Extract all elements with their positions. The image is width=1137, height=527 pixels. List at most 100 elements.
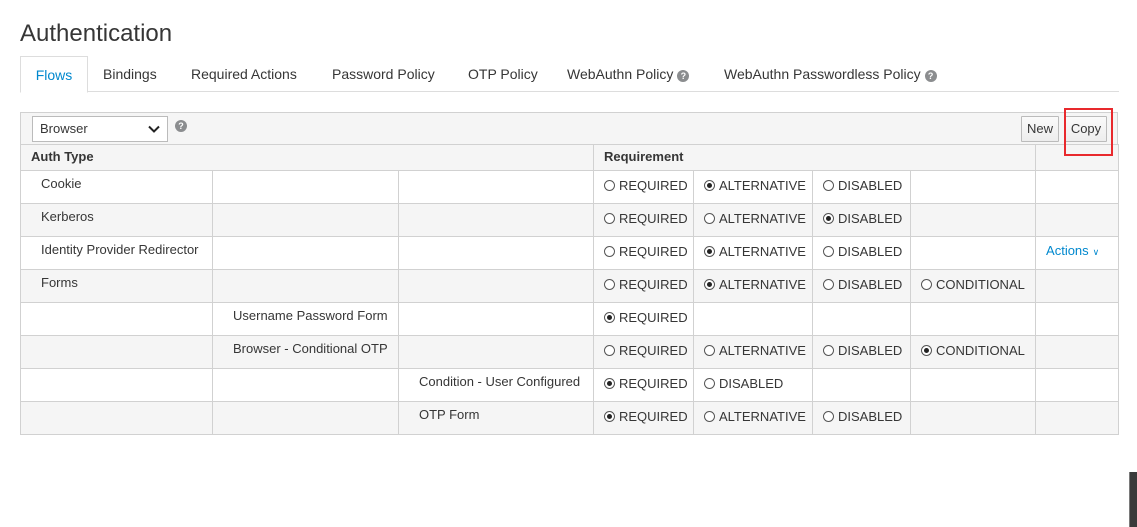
radio-button[interactable] (604, 378, 615, 389)
requirement-cell: DISABLED (812, 269, 911, 303)
requirement-radio[interactable]: DISABLED (694, 369, 812, 393)
requirement-radio[interactable]: REQUIRED (594, 270, 693, 294)
tab-bindings[interactable]: Bindings (103, 56, 157, 93)
radio-button[interactable] (604, 180, 615, 191)
requirement-cell (693, 302, 813, 336)
radio-button[interactable] (604, 312, 615, 323)
requirement-radio[interactable]: ALTERNATIVE (694, 237, 812, 261)
radio-label: ALTERNATIVE (719, 409, 806, 424)
table-row: Username Password Form REQUIRED (20, 302, 1120, 336)
radio-button[interactable] (704, 213, 715, 224)
requirement-radio[interactable]: REQUIRED (594, 336, 693, 360)
auth-type-cell: OTP Form (398, 401, 594, 435)
requirement-radio[interactable]: DISABLED (813, 204, 910, 228)
requirement-radio[interactable]: ALTERNATIVE (694, 204, 812, 228)
requirement-radio[interactable]: REQUIRED (594, 402, 693, 426)
tab-flows[interactable]: Flows (20, 56, 88, 93)
tab-otp-policy[interactable]: OTP Policy (468, 56, 538, 93)
radio-button[interactable] (921, 279, 932, 290)
radio-button[interactable] (823, 345, 834, 356)
requirement-cell: DISABLED (812, 170, 911, 204)
radio-button[interactable] (604, 411, 615, 422)
radio-button[interactable] (604, 213, 615, 224)
actions-dropdown[interactable]: Actions ∨ (1036, 237, 1118, 261)
tab-label: OTP Policy (468, 66, 538, 82)
requirement-cell (909, 368, 1037, 402)
radio-label: REQUIRED (619, 376, 688, 391)
radio-label: ALTERNATIVE (719, 211, 806, 226)
radio-button[interactable] (823, 213, 834, 224)
auth-type-cell (212, 236, 399, 270)
radio-button[interactable] (921, 345, 932, 356)
radio-button[interactable] (604, 345, 615, 356)
chevron-down-icon (148, 125, 160, 133)
requirement-radio[interactable]: REQUIRED (594, 204, 693, 228)
table-row: Condition - User Configured REQUIRED DISAB… (20, 368, 1120, 402)
requirement-radio[interactable]: ALTERNATIVE (694, 402, 812, 426)
radio-button[interactable] (704, 345, 715, 356)
tab-webauthn-policy[interactable]: WebAuthn Policy? (567, 56, 690, 93)
tab-password-policy[interactable]: Password Policy (332, 56, 435, 93)
requirement-cell (909, 203, 1037, 237)
requirement-radio[interactable]: ALTERNATIVE (694, 336, 812, 360)
radio-button[interactable] (704, 279, 715, 290)
auth-type-cell (398, 269, 594, 303)
radio-label: REQUIRED (619, 409, 688, 424)
table-row: OTP Form REQUIRED ALTERNATIVE DISABLED (20, 401, 1120, 435)
radio-label: DISABLED (838, 343, 903, 358)
radio-button[interactable] (704, 246, 715, 257)
radio-button[interactable] (604, 279, 615, 290)
radio-label: REQUIRED (619, 178, 688, 193)
requirement-radio[interactable]: DISABLED (813, 237, 910, 261)
requirement-radio[interactable]: DISABLED (813, 270, 910, 294)
radio-label: REQUIRED (619, 277, 688, 292)
requirement-cell: DISABLED (812, 401, 911, 435)
requirement-radio[interactable]: DISABLED (813, 402, 910, 426)
requirement-cell: REQUIRED (593, 203, 694, 237)
requirement-cell: REQUIRED (593, 335, 694, 369)
radio-button[interactable] (704, 180, 715, 191)
auth-type-cell: Username Password Form (212, 302, 399, 336)
auth-type-name: OTP Form (419, 407, 480, 422)
auth-type-cell (212, 401, 399, 435)
requirement-radio[interactable]: CONDITIONAL (911, 270, 1035, 294)
requirement-radio[interactable]: ALTERNATIVE (694, 270, 812, 294)
requirement-cell: REQUIRED (593, 368, 694, 402)
requirement-radio[interactable]: DISABLED (813, 171, 910, 195)
requirement-radio[interactable]: DISABLED (813, 336, 910, 360)
help-icon[interactable]: ? (175, 120, 187, 132)
requirement-radio[interactable]: ALTERNATIVE (694, 171, 812, 195)
scrollbar[interactable] (1129, 472, 1137, 527)
radio-button[interactable] (823, 279, 834, 290)
requirement-cell: DISABLED (812, 203, 911, 237)
auth-type-name: Identity Provider Redirector (41, 242, 199, 257)
radio-button[interactable] (823, 180, 834, 191)
radio-label: DISABLED (838, 244, 903, 259)
requirement-cell: DISABLED (812, 236, 911, 270)
requirement-radio[interactable]: REQUIRED (594, 303, 693, 327)
requirement-cell: ALTERNATIVE (693, 170, 813, 204)
requirement-radio[interactable]: CONDITIONAL (911, 336, 1035, 360)
requirement-radio[interactable]: REQUIRED (594, 171, 693, 195)
requirement-cell: CONDITIONAL (909, 335, 1037, 369)
flow-select[interactable]: Browser (32, 116, 168, 142)
help-icon[interactable]: ? (677, 70, 690, 82)
help-icon[interactable]: ? (924, 70, 937, 82)
auth-type-cell (398, 236, 594, 270)
radio-button[interactable] (823, 411, 834, 422)
radio-button[interactable] (704, 378, 715, 389)
tab-webauthn-passwordless-policy[interactable]: WebAuthn Passwordless Policy? (724, 56, 937, 93)
radio-button[interactable] (704, 411, 715, 422)
requirement-cell: DISABLED (812, 335, 911, 369)
requirement-cell: REQUIRED (593, 269, 694, 303)
radio-button[interactable] (604, 246, 615, 257)
requirement-radio[interactable]: REQUIRED (594, 237, 693, 261)
tab-required-actions[interactable]: Required Actions (191, 56, 297, 93)
requirement-cell (812, 368, 911, 402)
requirement-radio[interactable]: REQUIRED (594, 369, 693, 393)
flow-select-value: Browser (40, 121, 88, 136)
actions-header (1035, 144, 1120, 171)
copy-button[interactable]: Copy (1065, 116, 1107, 142)
radio-button[interactable] (823, 246, 834, 257)
new-button[interactable]: New (1021, 116, 1059, 142)
